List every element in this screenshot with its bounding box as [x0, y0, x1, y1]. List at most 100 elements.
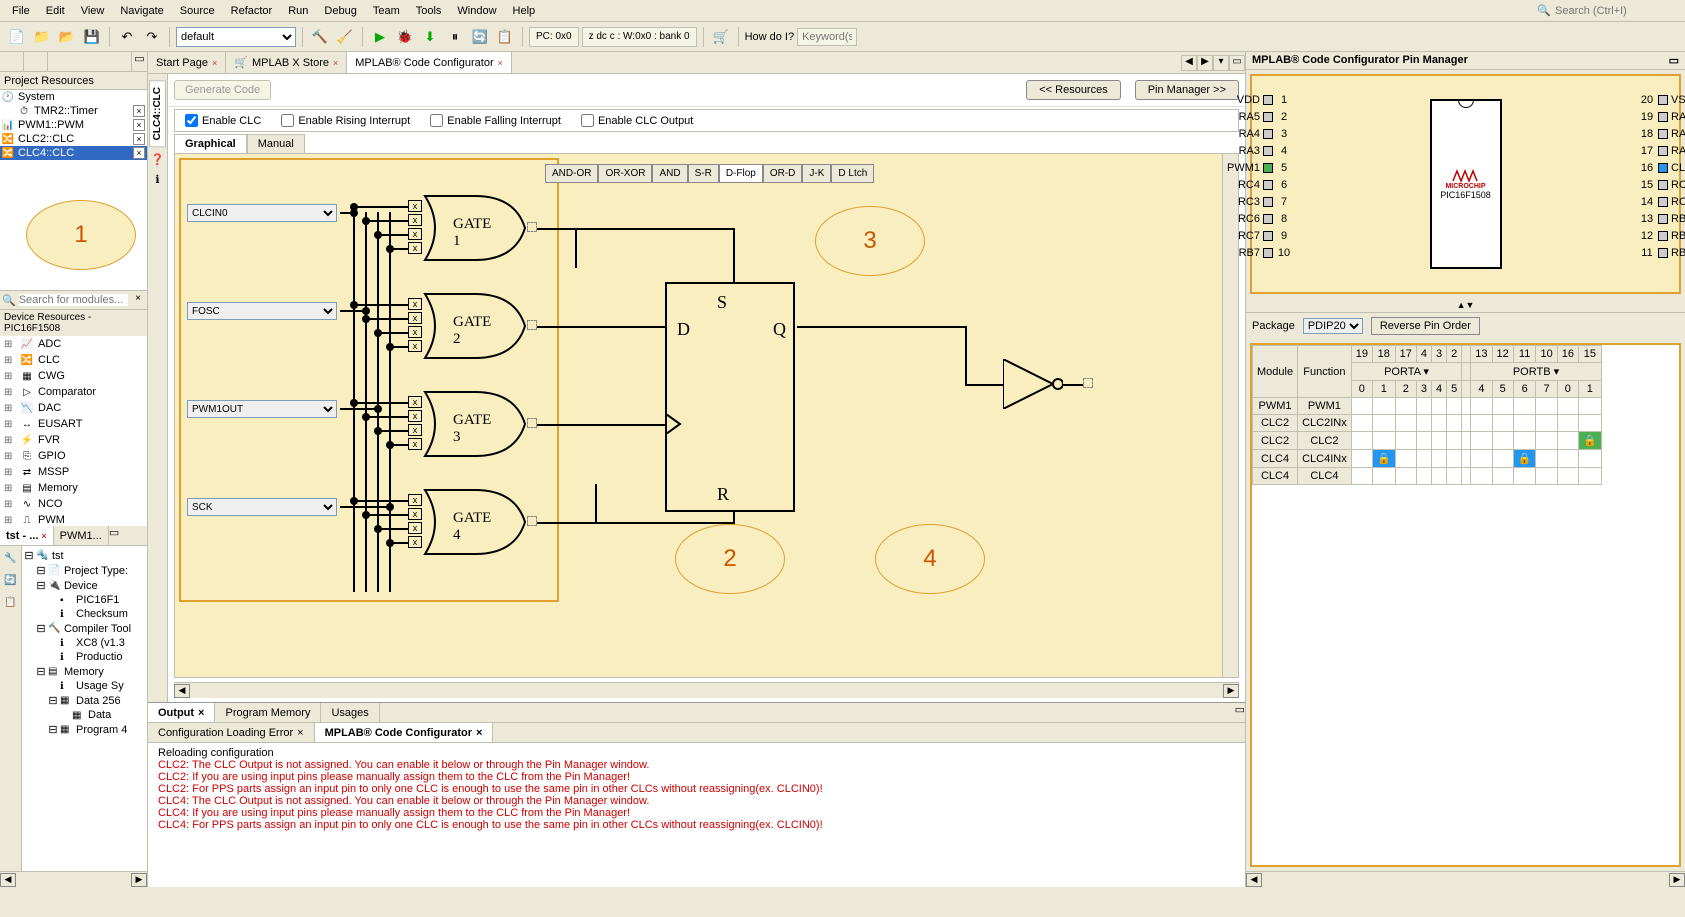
gt-dltch[interactable]: D Ltch — [831, 164, 874, 183]
pin-cell[interactable] — [1536, 468, 1557, 485]
menu-team[interactable]: Team — [365, 3, 408, 19]
menu-run[interactable]: Run — [280, 3, 316, 19]
pin-left-PWM1[interactable]: PWM15 — [1162, 162, 1292, 174]
minimize-icon[interactable]: ▭ — [131, 52, 147, 71]
generate-code-button[interactable]: Generate Code — [174, 80, 271, 100]
mcc-button[interactable]: 📋 — [494, 26, 516, 48]
tree-node[interactable]: ⊟🔨Compiler Tool — [24, 621, 145, 636]
pin-cell[interactable] — [1462, 468, 1471, 485]
pin-cell[interactable] — [1513, 415, 1536, 432]
pin-cell[interactable] — [1578, 468, 1601, 485]
close-icon[interactable]: × — [498, 58, 503, 68]
pin-cell[interactable] — [1513, 398, 1536, 415]
gt-or-xor[interactable]: OR-XOR — [598, 164, 652, 183]
program-memory-tab[interactable]: Program Memory — [215, 703, 321, 722]
tree-node[interactable]: ⊟▦Program 4 — [24, 722, 145, 737]
tree-node[interactable]: ℹProductio — [24, 650, 145, 664]
subtab-manual[interactable]: Manual — [247, 134, 305, 153]
pin-cell[interactable] — [1351, 415, 1372, 432]
pin-cell[interactable] — [1395, 415, 1416, 432]
tree-node[interactable]: ⊟🔌Device — [24, 578, 145, 593]
pause-button[interactable]: ⏸ — [444, 26, 466, 48]
menu-help[interactable]: Help — [505, 3, 544, 19]
menu-edit[interactable]: Edit — [38, 3, 73, 19]
pin-cell[interactable] — [1432, 468, 1447, 485]
menu-navigate[interactable]: Navigate — [112, 3, 171, 19]
run-button[interactable]: ▶ — [369, 26, 391, 48]
pin-cell[interactable] — [1471, 415, 1492, 432]
gt-ord[interactable]: OR-D — [763, 164, 803, 183]
pin-right-RC2[interactable]: 14RC2 — [1639, 196, 1685, 208]
nav-tool-2[interactable]: 🔄 — [3, 572, 19, 588]
menu-tools[interactable]: Tools — [408, 3, 450, 19]
open-button[interactable]: 📂 — [56, 26, 78, 48]
pin-cell[interactable] — [1447, 450, 1462, 468]
pin-lock-icon[interactable]: 🔒 — [1513, 450, 1536, 468]
menu-view[interactable]: View — [73, 3, 113, 19]
pin-cell[interactable] — [1536, 415, 1557, 432]
tab-mcc[interactable]: MPLAB® Code Configurator× — [347, 52, 512, 73]
pin-cell[interactable] — [1557, 415, 1578, 432]
pin-cell[interactable] — [1513, 468, 1536, 485]
pin-cell[interactable] — [1492, 468, 1513, 485]
gt-jk[interactable]: J-K — [802, 164, 831, 183]
grid-module[interactable]: CLC2 — [1253, 415, 1298, 432]
dev-fvr[interactable]: ⊞⚡FVR — [0, 432, 147, 448]
pin-cell[interactable] — [1372, 432, 1395, 450]
grid-function[interactable]: PWM1 — [1298, 398, 1352, 415]
tree-node[interactable]: ▦Data — [24, 708, 145, 722]
pin-cell[interactable] — [1557, 432, 1578, 450]
new-project-button[interactable]: 📁 — [31, 26, 53, 48]
res-item-clc2[interactable]: 🔀CLC2::CLC× — [0, 132, 147, 146]
redo-button[interactable]: ↷ — [141, 26, 163, 48]
config-select[interactable]: default — [176, 27, 296, 47]
quick-search-input[interactable] — [1555, 3, 1675, 19]
pin-cell[interactable] — [1492, 415, 1513, 432]
output-console[interactable]: Reloading configuration CLC2: The CLC Ou… — [148, 743, 1245, 887]
close-icon[interactable]: × — [133, 133, 145, 145]
pin-cell[interactable] — [1471, 450, 1492, 468]
pin-cell[interactable] — [1462, 450, 1471, 468]
grid-module[interactable]: CLC4 — [1253, 450, 1298, 468]
clear-icon[interactable]: × — [131, 293, 145, 307]
cart-icon[interactable]: 🛒 — [710, 26, 732, 48]
pin-cell[interactable] — [1447, 398, 1462, 415]
tab-start-page[interactable]: Start Page× — [148, 52, 226, 73]
gt-and[interactable]: AND — [652, 164, 687, 183]
pin-cell[interactable] — [1395, 450, 1416, 468]
pin-cell[interactable] — [1513, 432, 1536, 450]
pin-left-RA5[interactable]: RA52 — [1162, 111, 1292, 123]
pin-cell[interactable] — [1416, 415, 1431, 432]
out-sub-mcc[interactable]: MPLAB® Code Configurator× — [315, 723, 494, 742]
minimize-icon[interactable]: ▭ — [1669, 54, 1679, 67]
nav-tab-tst[interactable]: tst - ...× — [0, 526, 54, 545]
res-item-system[interactable]: 🕐System — [0, 90, 147, 104]
menu-window[interactable]: Window — [449, 3, 504, 19]
pin-cell[interactable] — [1536, 398, 1557, 415]
grid-module[interactable]: CLC4 — [1253, 468, 1298, 485]
pin-right-RB6[interactable]: 11RB6 — [1639, 247, 1685, 259]
pin-left-RC4[interactable]: RC46 — [1162, 179, 1292, 191]
help-icon[interactable]: ❓ — [151, 153, 165, 167]
pin-cell[interactable] — [1351, 432, 1372, 450]
pin-cell[interactable] — [1372, 415, 1395, 432]
dev-comparator[interactable]: ⊞▷Comparator — [0, 384, 147, 400]
pin-right-RB4[interactable]: 13RB4 — [1639, 213, 1685, 225]
dev-memory[interactable]: ⊞▤Memory — [0, 480, 147, 496]
menu-refactor[interactable]: Refactor — [223, 3, 281, 19]
dev-dac[interactable]: ⊞📉DAC — [0, 400, 147, 416]
out-sub-config-error[interactable]: Configuration Loading Error× — [148, 723, 315, 742]
res-item-tmr2[interactable]: ⏱TMR2::Timer× — [0, 104, 147, 118]
close-icon[interactable]: × — [333, 58, 338, 68]
reverse-pin-button[interactable]: Reverse Pin Order — [1371, 317, 1480, 335]
pin-left-VDD[interactable]: VDD1 — [1162, 94, 1292, 106]
pin-right-RA1[interactable]: 18RA1 — [1639, 128, 1685, 140]
pin-cell[interactable] — [1447, 432, 1462, 450]
package-select[interactable]: PDIP20 — [1303, 318, 1363, 334]
grid-module[interactable]: PWM1 — [1253, 398, 1298, 415]
minimize-icon[interactable]: ▭ — [109, 526, 119, 545]
dev-mssp[interactable]: ⊞⇄MSSP — [0, 464, 147, 480]
gt-dflop[interactable]: D-Flop — [719, 164, 763, 183]
grid-module[interactable]: CLC2 — [1253, 432, 1298, 450]
close-icon[interactable]: × — [133, 119, 145, 131]
